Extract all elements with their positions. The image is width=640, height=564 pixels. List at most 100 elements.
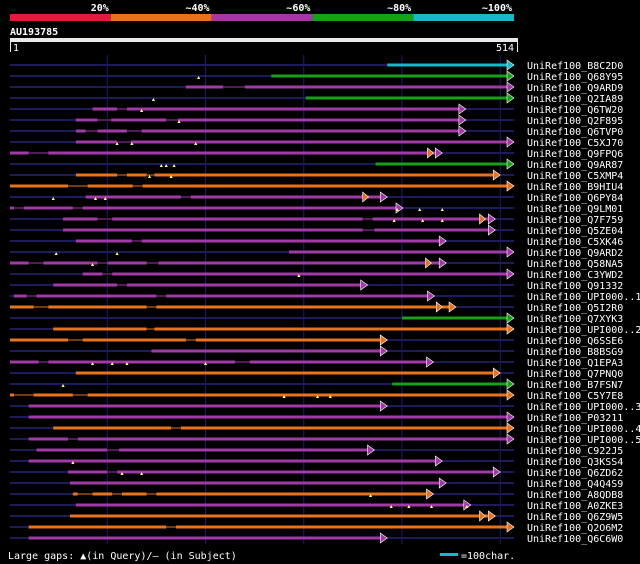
hit-bar[interactable] (10, 360, 428, 364)
hit-label[interactable]: UniRef100_Q1EPA3 (527, 358, 623, 369)
hit-bar[interactable] (69, 481, 441, 485)
hit-bar[interactable] (375, 162, 508, 166)
hit-bar[interactable] (151, 349, 382, 353)
hit-bar[interactable] (67, 470, 495, 474)
hit-bar[interactable] (53, 283, 362, 287)
hit-label[interactable]: UniRef100_C5XK46 (527, 237, 623, 248)
hit-bar[interactable] (75, 371, 495, 375)
hit-label[interactable]: UniRef100_C5Y7E8 (527, 391, 623, 402)
hit-label[interactable]: UniRef100_Q9ARD9 (527, 83, 623, 94)
hit-label[interactable]: UniRef100_UPI000..1 (527, 292, 640, 303)
hit-bar[interactable] (72, 492, 428, 496)
hit-bar[interactable] (63, 228, 490, 232)
hit-label[interactable]: UniRef100_A0ZKE3 (527, 501, 623, 512)
hit-label[interactable]: UniRef100_UPI000..3 (527, 402, 640, 413)
hit-bar[interactable] (75, 118, 460, 122)
query-tick-start (10, 42, 11, 52)
hit-label[interactable]: UniRef100_Q5I2R0 (527, 303, 623, 314)
hit-label[interactable]: UniRef100_Q9FPQ6 (527, 149, 623, 160)
hit-bar[interactable] (75, 173, 495, 177)
hit-bar[interactable] (63, 217, 490, 221)
hit-bar[interactable] (75, 503, 465, 507)
hit-label[interactable]: UniRef100_Q6TW20 (527, 105, 623, 116)
hit-bar[interactable] (271, 74, 508, 78)
legend-label-80: ~80% (387, 3, 411, 14)
hit-label[interactable]: UniRef100_B7FSN7 (527, 380, 623, 391)
query-scale-bar (10, 38, 518, 42)
hit-bar[interactable] (28, 415, 509, 419)
hit-bar[interactable] (289, 250, 508, 254)
hit-label[interactable]: UniRef100_C5XJ70 (527, 138, 623, 149)
hit-label[interactable]: UniRef100_Q2IA89 (527, 94, 623, 105)
hit-bar[interactable] (10, 261, 441, 265)
hit-bar[interactable] (10, 206, 397, 210)
hit-label[interactable]: UniRef100_B8C2D0 (527, 61, 623, 72)
hit-label[interactable]: UniRef100_Q6ZD62 (527, 468, 623, 479)
scale-100char-swatch (440, 553, 458, 556)
hit-bar[interactable] (387, 63, 508, 67)
hit-bar[interactable] (69, 514, 490, 518)
hit-label[interactable]: UniRef100_Q7XYK3 (527, 314, 623, 325)
legend-label-40: ~40% (186, 3, 210, 14)
legend-label-100: ~100% (482, 3, 512, 14)
hit-bar[interactable] (13, 294, 429, 298)
hit-bar[interactable] (10, 151, 437, 155)
hit-label[interactable]: UniRef100_Q2F895 (527, 116, 623, 127)
hit-label[interactable]: UniRef100_Q9AR87 (527, 160, 623, 171)
hit-bar[interactable] (28, 536, 382, 540)
hit-label[interactable]: UniRef100_C5XMP4 (527, 171, 623, 182)
hit-bar[interactable] (75, 140, 509, 144)
hit-label[interactable]: UniRef100_Q6SSE6 (527, 336, 623, 347)
hit-bar[interactable] (28, 525, 509, 529)
legend-swatch-20 (10, 14, 111, 21)
hit-bar[interactable] (10, 305, 451, 309)
hit-label[interactable]: UniRef100_Q6Z9W5 (527, 512, 623, 523)
hit-label[interactable]: UniRef100_UPI000..5 (527, 435, 640, 446)
hit-bar[interactable] (305, 96, 508, 100)
hit-label[interactable]: UniRef100_Q91332 (527, 281, 623, 292)
query-tick-end (517, 42, 518, 52)
hit-label[interactable]: UniRef100_Q7F759 (527, 215, 623, 226)
legend-swatch-40 (110, 14, 212, 21)
hit-bar[interactable] (28, 437, 509, 441)
hit-label[interactable]: UniRef100_Q6C6W0 (527, 534, 623, 545)
hit-bar[interactable] (85, 195, 382, 199)
hit-label[interactable]: UniRef100_Q68Y95 (527, 72, 623, 83)
hit-bar[interactable] (82, 272, 508, 276)
hit-label[interactable]: UniRef100_B8BSG9 (527, 347, 623, 358)
hit-label[interactable]: UniRef100_Q2O6M2 (527, 523, 623, 534)
hit-bar[interactable] (28, 459, 437, 463)
legend-label-60: ~60% (286, 3, 310, 14)
hit-label[interactable]: UniRef100_Q5ZE04 (527, 226, 623, 237)
hit-label[interactable]: UniRef100_Q9LM01 (527, 204, 623, 215)
hit-bar[interactable] (92, 107, 460, 111)
hit-label[interactable]: UniRef100_B9HIU4 (527, 182, 623, 193)
alignment-graphic: 20% ~40% ~60% ~80% ~100% AU193785 1 514 … (0, 0, 640, 564)
hit-label[interactable]: UniRef100_Q9ARD2 (527, 248, 623, 259)
hit-label[interactable]: UniRef100_C3YWD2 (527, 270, 623, 281)
hit-bar[interactable] (75, 239, 441, 243)
hit-bar[interactable] (53, 426, 509, 430)
legend-label-20: 20% (91, 3, 109, 14)
hit-label[interactable]: UniRef100_UPI000..4 (527, 424, 640, 435)
legend-swatch-80 (312, 14, 414, 21)
hit-label[interactable]: UniRef100_Q7PNQ0 (527, 369, 623, 380)
hit-label[interactable]: UniRef100_C922J5 (527, 446, 623, 457)
hit-label[interactable]: UniRef100_UPI000..2 (527, 325, 640, 336)
hit-bar[interactable] (36, 448, 369, 452)
hit-label[interactable]: UniRef100_Q58NA5 (527, 259, 623, 270)
hit-bar[interactable] (402, 316, 508, 320)
hit-bar[interactable] (53, 327, 509, 331)
hit-label[interactable]: UniRef100_Q3KSS4 (527, 457, 623, 468)
gaps-legend-text: Large gaps: ▲(in Query)/— (in Subject) (8, 551, 237, 562)
hit-label[interactable]: UniRef100_A8QDB8 (527, 490, 623, 501)
legend-swatch-100 (413, 14, 514, 21)
hit-bar[interactable] (28, 404, 382, 408)
hit-bar[interactable] (392, 382, 508, 386)
hit-label[interactable]: UniRef100_Q6PY84 (527, 193, 623, 204)
hit-label[interactable]: UniRef100_Q4Q4S9 (527, 479, 623, 490)
legend-swatch-60 (211, 14, 313, 21)
hit-label[interactable]: UniRef100_P03211 (527, 413, 623, 424)
hit-label[interactable]: UniRef100_Q6TVP0 (527, 127, 623, 138)
query-start-label: 1 (13, 43, 19, 54)
